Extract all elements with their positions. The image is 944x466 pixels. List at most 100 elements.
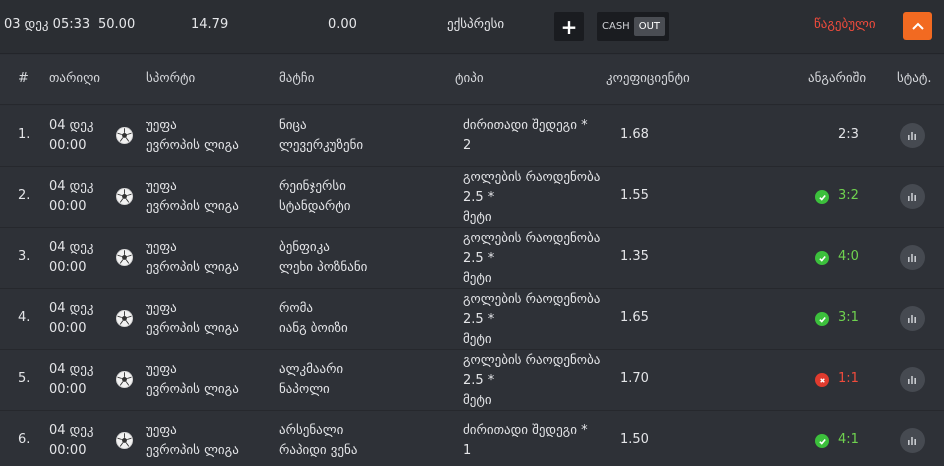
bar-chart-icon xyxy=(907,126,918,145)
statistics-button[interactable] xyxy=(900,306,925,331)
collapse-button[interactable] xyxy=(903,12,932,40)
coefficient: 1.55 xyxy=(620,188,649,203)
coefficient: 1.65 xyxy=(620,310,649,325)
home-team: ალკმაარი xyxy=(279,362,344,377)
league-line-1: უეფა xyxy=(146,301,177,316)
match-date-day: 04 დეკ xyxy=(49,118,94,133)
away-team: ლევერკუზენი xyxy=(279,138,364,153)
away-team: იანგ ბოიზი xyxy=(279,321,348,336)
bet-market: გოლების რაოდენობა 2.5 * მეტი xyxy=(463,168,600,228)
bet-market: ძირითადი შედეგი * 1 xyxy=(463,421,588,461)
match-teams[interactable]: ნიცა ლევერკუზენი xyxy=(279,116,363,156)
match-teams[interactable]: რომა იანგ ბოიზი xyxy=(279,299,348,339)
coefficient: 1.70 xyxy=(620,371,649,386)
row-number: 2. xyxy=(18,188,31,203)
match-date-day: 04 დეკ xyxy=(49,301,94,316)
league-line-2: ევროპის ლიგა xyxy=(146,382,239,397)
match-date: 04 დეკ 00:00 xyxy=(49,177,94,217)
soccer-ball-icon xyxy=(116,188,133,205)
bet-market-line-2: 2.5 * xyxy=(463,190,495,205)
match-teams[interactable]: ბენფიკა ლეხი პოზნანი xyxy=(279,238,367,278)
bet-market-line-1: გოლების რაოდენობა xyxy=(463,353,601,368)
col-match: მატჩი xyxy=(279,71,315,86)
bet-market-line-3: მეტი xyxy=(463,271,492,286)
statistics-button[interactable] xyxy=(900,184,925,209)
bet-market-line-2: 2 xyxy=(463,138,472,153)
bet-datetime: 03 დეკ 05:33 xyxy=(4,17,91,32)
statistics-button[interactable] xyxy=(900,367,925,392)
match-score: 2:3 xyxy=(838,127,859,142)
league-name: უეფა ევროპის ლიგა xyxy=(146,177,239,217)
match-date-day: 04 დეკ xyxy=(49,240,94,255)
check-circle-icon xyxy=(815,434,829,448)
col-stats: სტატ. xyxy=(897,71,932,86)
bet-market-line-2: 1 xyxy=(463,443,472,458)
statistics-button[interactable] xyxy=(900,123,925,148)
cashout-cash-label: CASH xyxy=(602,21,630,32)
league-line-2: ევროპის ლიგა xyxy=(146,443,239,458)
bet-market-line-1: გოლების რაოდენობა xyxy=(463,292,601,307)
bet-market: გოლების რაოდენობა 2.5 * მეტი xyxy=(463,229,600,289)
bet-market-line-3: მეტი xyxy=(463,393,492,408)
table-row[interactable]: 6. 04 დეკ 00:00 უეფა ევროპის ლიგა არსენალი რაპ… xyxy=(0,411,944,466)
plus-icon: + xyxy=(560,14,578,39)
bet-market-line-1: ძირითადი შედეგი * xyxy=(463,118,588,133)
home-team: არსენალი xyxy=(279,423,344,438)
table-row[interactable]: 3. 04 დეკ 00:00 უეფა ევროპის ლიგა ბენფიკა ლეხი… xyxy=(0,228,944,289)
statistics-button[interactable] xyxy=(900,245,925,270)
check-circle-icon xyxy=(815,251,829,265)
match-teams[interactable]: რეინჯერსი სტანდარტი xyxy=(279,177,351,217)
bet-status: წაგებული xyxy=(814,17,876,32)
league-name: უეფა ევროპის ლიგა xyxy=(146,421,239,461)
match-date-time: 00:00 xyxy=(49,138,87,153)
match-date-time: 00:00 xyxy=(49,443,87,458)
col-type: ტიპი xyxy=(455,71,484,86)
table-row[interactable]: 1. 04 დეკ 00:00 უეფა ევროპის ლიგა ნიცა ლევერკუ… xyxy=(0,106,944,167)
away-team: ლეხი პოზნანი xyxy=(279,260,368,275)
col-sport: სპორტი xyxy=(146,71,196,86)
match-date-time: 00:00 xyxy=(49,382,87,397)
bet-market-line-1: გოლების რაოდენობა xyxy=(463,231,601,246)
statistics-button[interactable] xyxy=(900,428,925,453)
table-row[interactable]: 2. 04 დეკ 00:00 უეფა ევროპის ლიგა რეინჯერსი სტ… xyxy=(0,167,944,228)
match-date: 04 დეკ 00:00 xyxy=(49,421,94,461)
bet-market-line-3: მეტი xyxy=(463,332,492,347)
bet-market: გოლების რაოდენობა 2.5 * მეტი xyxy=(463,290,600,350)
row-number: 4. xyxy=(18,310,31,325)
bar-chart-icon xyxy=(907,248,918,267)
table-row[interactable]: 4. 04 დეკ 00:00 უეფა ევროპის ლიგა რომა იანგ ბო… xyxy=(0,289,944,350)
match-score: 4:1 xyxy=(838,432,859,447)
league-name: უეფა ევროპის ლიგა xyxy=(146,116,239,156)
match-score: 3:2 xyxy=(838,188,859,203)
soccer-ball-icon xyxy=(116,432,133,449)
bet-stake: 50.00 xyxy=(98,17,136,32)
bet-summary-bar: 03 დეკ 05:33 50.00 14.79 0.00 ექსპრესი +… xyxy=(0,0,944,54)
bet-market-line-2: 2.5 * xyxy=(463,312,495,327)
row-number: 3. xyxy=(18,249,31,264)
soccer-ball-icon xyxy=(116,127,133,144)
soccer-ball-icon xyxy=(116,371,133,388)
league-line-2: ევროპის ლიგა xyxy=(146,199,239,214)
soccer-ball-icon xyxy=(116,249,133,266)
coefficient: 1.68 xyxy=(620,127,649,142)
col-coefficient: კოეფიციენტი xyxy=(606,71,690,86)
match-score: 3:1 xyxy=(838,310,859,325)
league-line-1: უეფა xyxy=(146,362,177,377)
match-teams[interactable]: ალკმაარი ნაპოლი xyxy=(279,360,343,400)
add-button[interactable]: + xyxy=(554,12,584,41)
bet-market: ძირითადი შედეგი * 2 xyxy=(463,116,588,156)
cashout-button[interactable]: CASH OUT xyxy=(597,12,669,41)
chevron-up-icon xyxy=(911,22,924,30)
match-teams[interactable]: არსენალი რაპიდი ვენა xyxy=(279,421,357,461)
bet-market-line-2: 2.5 * xyxy=(463,373,495,388)
bar-chart-icon xyxy=(907,187,918,206)
row-number: 5. xyxy=(18,371,31,386)
match-date: 04 დეკ 00:00 xyxy=(49,299,94,339)
table-header: # თარიღი სპორტი მატჩი ტიპი კოეფიციენტი ა… xyxy=(0,55,944,105)
league-line-1: უეფა xyxy=(146,179,177,194)
table-row[interactable]: 5. 04 დეკ 00:00 უეფა ევროპის ლიგა ალკმაარი ნაპ… xyxy=(0,350,944,411)
col-date: თარიღი xyxy=(49,71,101,86)
match-date-day: 04 დეკ xyxy=(49,362,94,377)
away-team: ნაპოლი xyxy=(279,382,330,397)
coefficient: 1.50 xyxy=(620,432,649,447)
